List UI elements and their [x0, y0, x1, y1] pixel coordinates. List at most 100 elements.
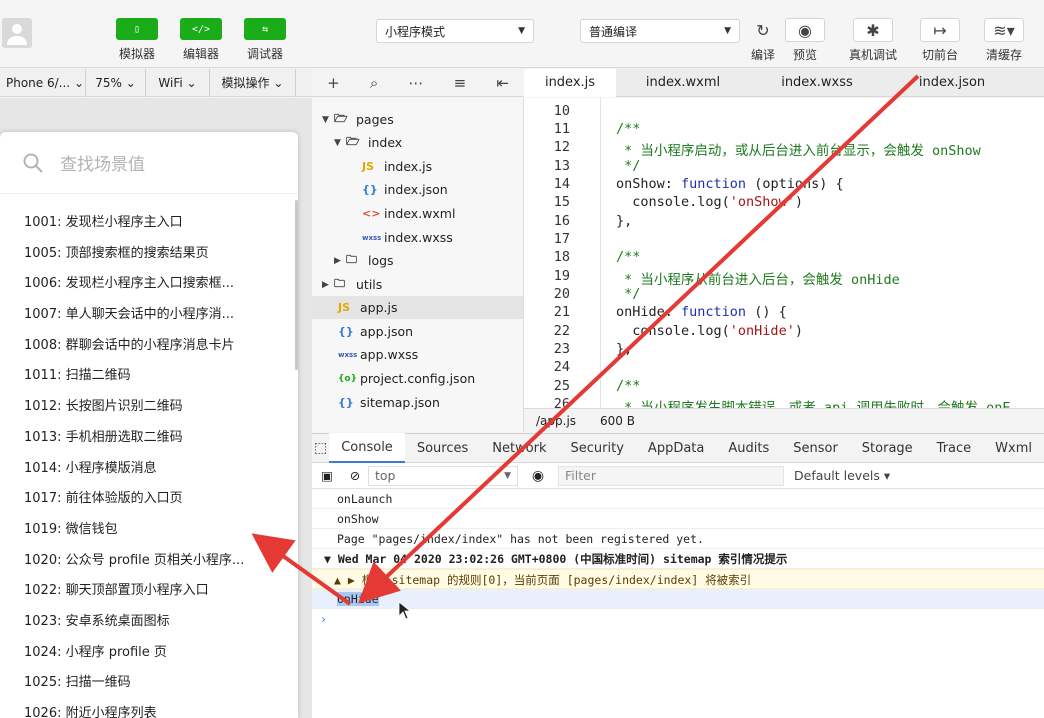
scene-item[interactable]: 1020: 公众号 profile 页相关小程序...	[0, 546, 298, 577]
scene-item[interactable]: 1017: 前往体验版的入口页	[0, 484, 298, 515]
tree-file-app-js[interactable]: JS app.js	[312, 296, 523, 319]
tab-index-wxml[interactable]: index.wxml	[616, 69, 750, 97]
debugger-button[interactable]: ⇆ 调试器	[240, 18, 290, 62]
line-number: 23	[553, 341, 570, 357]
filter-input[interactable]: Filter	[558, 465, 784, 486]
zoom-select[interactable]: 75% ⌄	[86, 68, 146, 97]
scene-item[interactable]: 1006: 发现栏小程序主入口搜索框...	[0, 269, 298, 300]
tab-appdata[interactable]: AppData	[636, 433, 716, 463]
tab-audits[interactable]: Audits	[716, 433, 781, 463]
scene-item[interactable]: 1026: 附近小程序列表	[0, 699, 298, 718]
code-editor[interactable]: 10 11 12 13 14 15 16 17 18 19 20 21 22 2…	[524, 98, 1044, 408]
line-number: 13	[553, 158, 570, 174]
tree-file-app-json[interactable]: {} app.json	[338, 320, 413, 343]
preview-button[interactable]: ◉ 预览	[777, 18, 833, 63]
line-number: 17	[553, 231, 570, 247]
scene-item[interactable]: 1024: 小程序 profile 页	[0, 638, 298, 669]
scene-search[interactable]: 查找场景值	[0, 132, 298, 194]
tab-trace[interactable]: Trace	[925, 433, 984, 463]
user-avatar[interactable]	[2, 18, 32, 48]
collapse-icon[interactable]: ⇤	[496, 74, 509, 92]
mode-select[interactable]: 小程序模式 ▼	[376, 19, 534, 43]
tree-folder-utils[interactable]: ▶ 🗀 utils	[322, 273, 382, 296]
file-path: /app.js	[536, 413, 577, 428]
folder-icon: 🗁	[346, 135, 360, 148]
log-warning[interactable]: ▲ ▶ 根据 sitemap 的规则[0]，当前页面 [pages/index/…	[312, 569, 1044, 589]
context-select[interactable]: top ▼	[368, 465, 518, 486]
chevron-down-icon: ⌄	[125, 75, 136, 90]
scene-item[interactable]: 1012: 长按图片识别二维码	[0, 392, 298, 423]
scene-item[interactable]: 1007: 单人聊天会话中的小程序消...	[0, 300, 298, 331]
code-line: * 当小程序从前台进入后台，会触发 onHide	[616, 272, 900, 288]
sidebar-toggle-icon[interactable]: ▣	[312, 468, 342, 483]
tab-sensor[interactable]: Sensor	[781, 433, 850, 463]
sort-icon[interactable]: ≡	[454, 74, 467, 92]
switch-foreground-button[interactable]: ↦ 切前台	[912, 18, 968, 63]
scene-item[interactable]: 1005: 顶部搜索框的搜索结果页	[0, 239, 298, 270]
simulator-button[interactable]: ▯ 模拟器	[112, 18, 162, 62]
editor-button[interactable]: </> 编辑器	[176, 18, 226, 62]
ide-window: ▯ 模拟器 </> 编辑器 ⇆ 调试器 小程序模式 ▼ 普通编译 ▼ ↻ 编译 ◉ …	[0, 0, 1044, 718]
search-icon[interactable]: ⌕	[370, 74, 378, 92]
scene-item[interactable]: 1014: 小程序模版消息	[0, 454, 298, 485]
tree-folder-pages[interactable]: ▼ 🗁 pages	[322, 108, 394, 131]
code-line: },	[616, 213, 633, 229]
tab-index-json[interactable]: index.json	[884, 69, 1020, 97]
file-tree: ▼ 🗁 pages ▼ 🗁 index JS index.js {} index.json …	[312, 98, 524, 432]
tab-storage[interactable]: Storage	[850, 433, 925, 463]
compile-select[interactable]: 普通编译 ▼	[580, 19, 740, 43]
code-line: /**	[616, 121, 641, 137]
scene-item[interactable]: 1019: 微信钱包	[0, 515, 298, 546]
tree-file-index-js[interactable]: JS index.js	[362, 155, 432, 178]
tree-file-index-wxml[interactable]: <> index.wxml	[362, 202, 455, 225]
json-file-icon: {}	[338, 396, 354, 409]
tab-console[interactable]: Console	[329, 433, 405, 463]
line-number: 18	[553, 249, 570, 265]
tree-file-project-config[interactable]: {o} project.config.json	[338, 367, 475, 390]
scene-item[interactable]: 1001: 发现栏小程序主入口	[0, 208, 298, 239]
scene-item[interactable]: 1022: 聊天顶部置顶小程序入口	[0, 576, 298, 607]
search-placeholder: 查找场景值	[60, 155, 145, 175]
tab-sources[interactable]: Sources	[405, 433, 480, 463]
network-select[interactable]: WiFi ⌄	[146, 68, 210, 97]
tree-file-index-json[interactable]: {} index.json	[362, 178, 448, 201]
tab-wxml[interactable]: Wxml	[983, 433, 1044, 463]
scene-item[interactable]: 1011: 扫描二维码	[0, 361, 298, 392]
levels-select[interactable]: Default levels ▾	[794, 468, 890, 483]
eye-icon[interactable]: ◉	[518, 468, 558, 484]
tree-file-app-wxss[interactable]: wxss app.wxss	[338, 343, 418, 366]
simulator-scrollbar[interactable]	[295, 200, 298, 370]
scene-item[interactable]: 1008: 群聊会话中的小程序消息卡片	[0, 331, 298, 362]
tab-network[interactable]: Network	[480, 433, 558, 463]
tree-file-index-wxss[interactable]: wxss index.wxss	[362, 226, 453, 249]
collapsed-icon: ▶	[334, 255, 341, 266]
more-icon[interactable]: ⋯	[408, 74, 423, 92]
json-file-icon: {}	[338, 325, 354, 338]
tab-index-js[interactable]: index.js	[524, 68, 616, 97]
scene-item[interactable]: 1023: 安卓系统桌面图标	[0, 607, 298, 638]
simulate-ops-select[interactable]: 模拟操作 ⌄	[210, 68, 296, 97]
inspect-icon[interactable]: ⬚	[312, 440, 329, 456]
json-file-icon: {}	[362, 183, 378, 196]
clear-cache-button[interactable]: ≋▾ 清缓存	[976, 18, 1032, 63]
tree-folder-index[interactable]: ▼ 🗁 index	[334, 131, 402, 154]
wxss-file-icon: wxss	[362, 233, 382, 242]
log-group-header[interactable]: ▼ Wed Mar 04 2020 23:02:26 GMT+0800 (中国标…	[312, 549, 1044, 569]
tree-file-sitemap[interactable]: {} sitemap.json	[338, 391, 440, 414]
line-number: 14	[553, 176, 570, 192]
tab-index-wxss[interactable]: index.wxss	[750, 69, 884, 97]
device-select[interactable]: Phone 6/... ⌄	[0, 68, 86, 97]
editor-status-bar: /app.js 600 B	[524, 408, 1044, 432]
add-file-icon[interactable]: +	[327, 74, 340, 92]
scene-item[interactable]: 1013: 手机相册选取二维码	[0, 423, 298, 454]
code-line: },	[616, 341, 633, 357]
chevron-down-icon: ⌄	[273, 75, 284, 90]
tab-security[interactable]: Security	[559, 433, 636, 463]
tree-folder-logs[interactable]: ▶ 🗀 logs	[334, 249, 394, 272]
scene-item[interactable]: 1025: 扫描一维码	[0, 668, 298, 699]
console-prompt[interactable]: ›	[312, 609, 1044, 629]
phone-icon: ▯	[116, 18, 158, 40]
enter-icon: ↦	[920, 18, 960, 42]
clear-console-icon[interactable]: ⊘	[342, 468, 368, 483]
real-device-debug-button[interactable]: ✱ 真机调试	[845, 18, 901, 63]
